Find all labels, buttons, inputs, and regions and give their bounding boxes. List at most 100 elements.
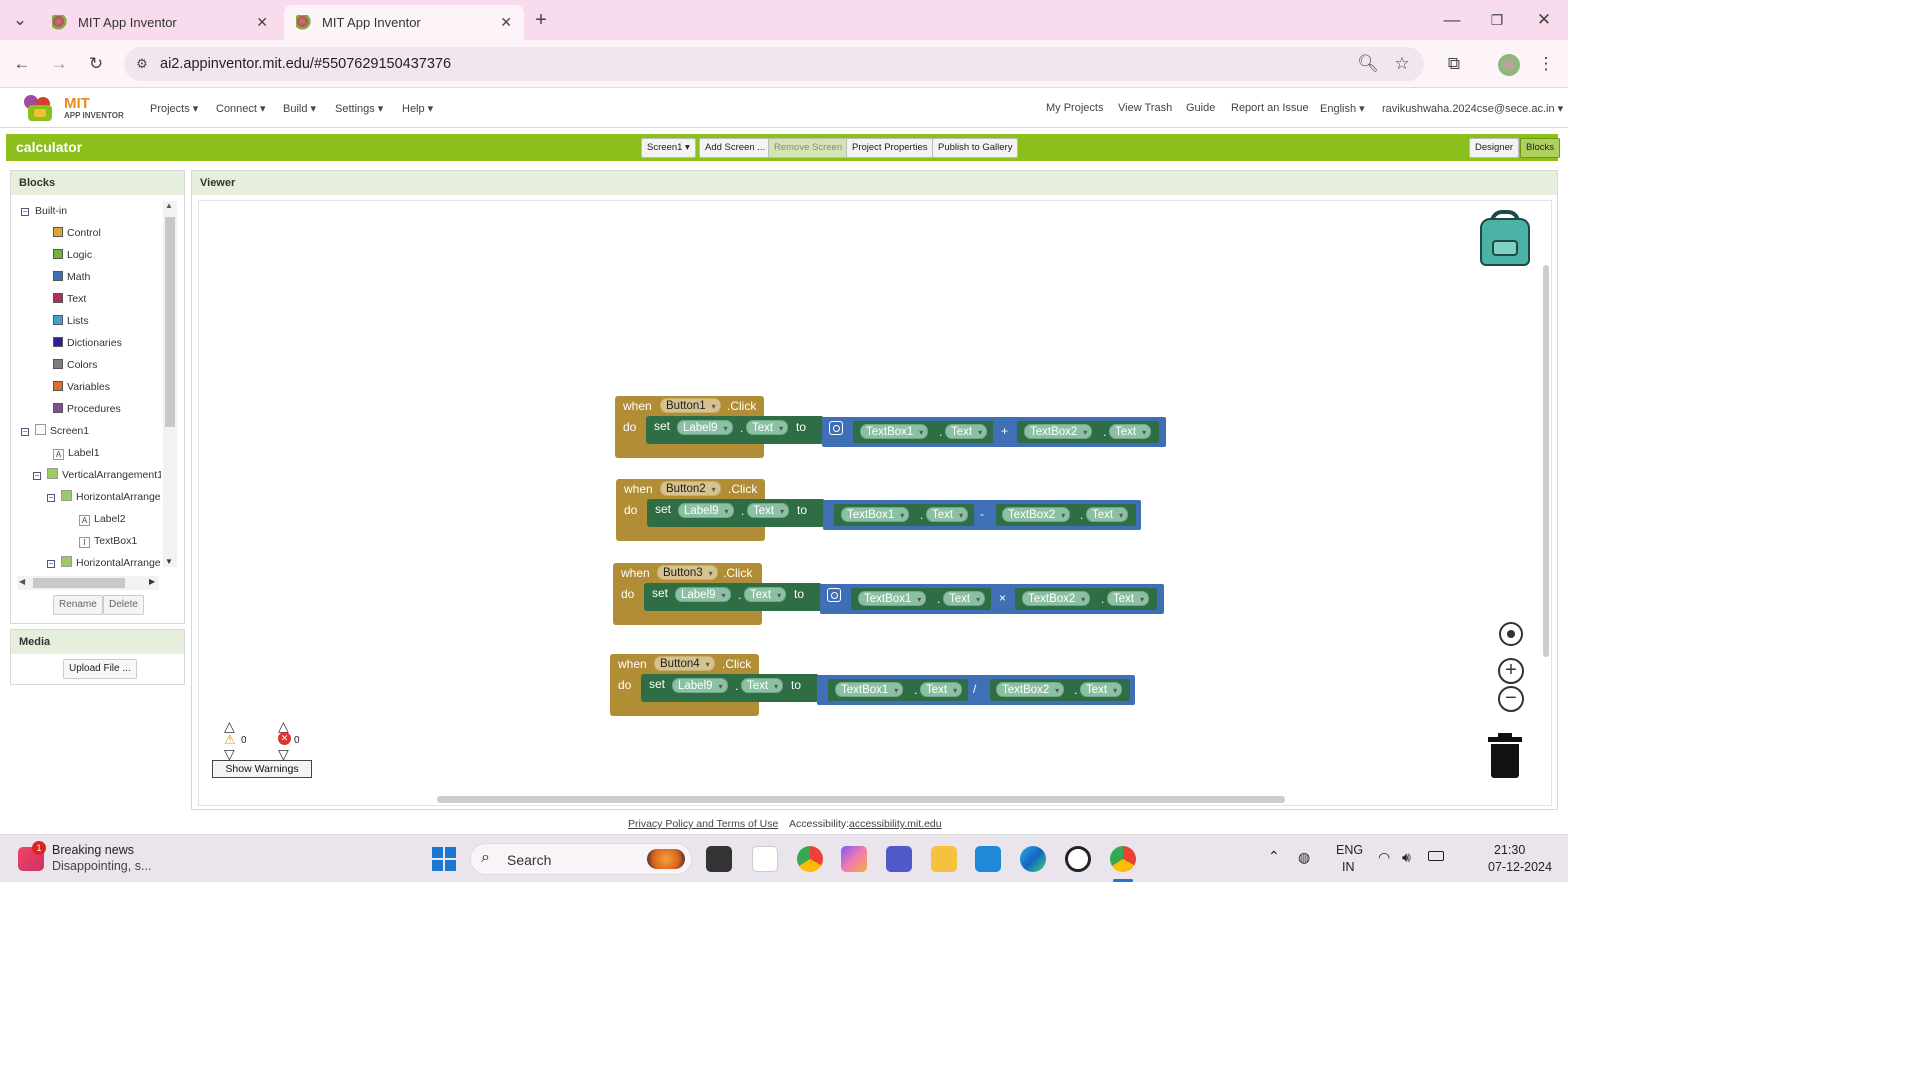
trash-can-icon[interactable] xyxy=(1488,733,1522,779)
taskbar-search[interactable]: ⌕ Search xyxy=(470,843,692,875)
remove-screen-button[interactable]: Remove Screen xyxy=(768,138,849,158)
label-dropdown[interactable]: Label9 xyxy=(672,678,728,694)
privacy-link[interactable]: Privacy Policy and Terms of Use xyxy=(628,818,778,830)
scrollbar-thumb[interactable] xyxy=(165,217,175,427)
clock-date[interactable]: 07-12-2024 xyxy=(1488,860,1552,874)
tree-verticalarrangement1[interactable]: − VerticalArrangement1 xyxy=(33,468,161,482)
tree-label1[interactable]: A Label1 xyxy=(53,446,100,460)
windows-start-icon[interactable] xyxy=(432,847,456,871)
workspace-vertical-scrollbar[interactable] xyxy=(1543,265,1549,657)
wifi-icon[interactable]: ◠ xyxy=(1378,849,1390,866)
blocks-button[interactable]: Blocks xyxy=(1520,138,1560,158)
scroll-up-icon[interactable]: ▲ xyxy=(165,201,173,210)
property-dropdown[interactable]: Text xyxy=(744,587,787,603)
vscode-icon[interactable] xyxy=(975,846,1001,872)
news-subtitle[interactable]: Disappointing, s... xyxy=(52,859,151,873)
menu-build[interactable]: Build ▾ xyxy=(283,102,316,115)
tree-vertical-scrollbar[interactable]: ▲ ▼ xyxy=(163,201,177,567)
extensions-icon[interactable]: ⧉ xyxy=(1442,52,1466,76)
back-arrow-icon[interactable]: ← xyxy=(10,52,34,76)
builtin-lists[interactable]: Lists xyxy=(53,314,89,328)
menu-projects[interactable]: Projects ▾ xyxy=(150,102,198,115)
copilot-app-icon[interactable] xyxy=(752,846,778,872)
upload-file-button[interactable]: Upload File ... xyxy=(63,659,137,679)
menu-settings[interactable]: Settings ▾ xyxy=(335,102,383,115)
builtin-colors[interactable]: Colors xyxy=(53,358,97,372)
menu-help[interactable]: Help ▾ xyxy=(402,102,433,115)
builtin-logic[interactable]: Logic xyxy=(53,248,92,262)
bookmark-star-icon[interactable]: ☆ xyxy=(1390,52,1414,76)
component-dropdown[interactable]: Button4 xyxy=(654,656,715,672)
tree-horizontalarrangement[interactable]: −HorizontalArrangement xyxy=(47,490,161,504)
scroll-down-icon[interactable]: ▼ xyxy=(165,557,173,566)
restore-icon[interactable]: ❐ xyxy=(1485,8,1509,32)
tree-textbox1[interactable]: I TextBox1 xyxy=(79,534,137,548)
mutator-gear-icon[interactable] xyxy=(827,588,841,602)
site-settings-icon[interactable]: ⚙ xyxy=(130,52,154,76)
profile-avatar[interactable] xyxy=(1498,54,1520,76)
zoom-icon[interactable]: 🔍︎ xyxy=(1356,52,1380,76)
tree-screen1[interactable]: − Screen1 xyxy=(21,424,89,438)
link-view-trash[interactable]: View Trash xyxy=(1118,102,1172,114)
menu-connect[interactable]: Connect ▾ xyxy=(216,102,266,115)
close-icon[interactable]: ✕ xyxy=(500,14,512,31)
link-my-projects[interactable]: My Projects xyxy=(1046,102,1103,114)
property-dropdown[interactable]: Text xyxy=(741,678,784,694)
tree-horizontalarrangement-2[interactable]: −HorizontalArrangement xyxy=(47,556,161,570)
tray-chevron-icon[interactable]: ⌃ xyxy=(1268,848,1280,865)
label-dropdown[interactable]: Label9 xyxy=(678,503,734,519)
recenter-icon[interactable] xyxy=(1499,622,1523,646)
chrome-icon[interactable] xyxy=(797,846,823,872)
browser-tab-1[interactable]: MIT App Inventor ✕ xyxy=(40,5,280,40)
reload-icon[interactable]: ↻ xyxy=(84,52,108,76)
component-dropdown[interactable]: Button2 xyxy=(660,481,721,497)
chrome-profile-icon[interactable] xyxy=(1110,846,1136,872)
zoom-in-icon[interactable]: + xyxy=(1498,658,1524,684)
add-screen-button[interactable]: Add Screen ... xyxy=(699,138,772,158)
network-status-icon[interactable]: ◍ xyxy=(1298,849,1310,866)
edge-icon[interactable] xyxy=(1020,846,1046,872)
url-field[interactable]: ⚙ ai2.appinventor.mit.edu/#5507629150437… xyxy=(124,47,1424,81)
language-select[interactable]: English ▾ xyxy=(1320,102,1365,115)
builtin-math[interactable]: Math xyxy=(53,270,90,284)
backpack-icon[interactable] xyxy=(1478,210,1532,268)
workspace-horizontal-scrollbar[interactable] xyxy=(437,796,1285,803)
app-inventor-logo-icon[interactable] xyxy=(22,93,58,123)
mutator-gear-icon[interactable] xyxy=(829,421,843,435)
builtin-text[interactable]: Text xyxy=(53,292,86,306)
new-tab-plus-icon[interactable]: + xyxy=(529,8,553,32)
news-title[interactable]: Breaking news xyxy=(52,843,134,857)
delete-button[interactable]: Delete xyxy=(103,595,144,615)
browser-menu-icon[interactable]: ⋮ xyxy=(1534,52,1558,76)
language-region[interactable]: IN xyxy=(1342,860,1355,874)
builtin-control[interactable]: Control xyxy=(53,226,101,240)
builtin-variables[interactable]: Variables xyxy=(53,380,110,394)
tab-list-chevron-icon[interactable]: ⌄ xyxy=(8,8,32,32)
zoom-out-icon[interactable]: − xyxy=(1498,686,1524,712)
property-dropdown[interactable]: Text xyxy=(746,420,789,436)
publish-gallery-button[interactable]: Publish to Gallery xyxy=(932,138,1019,158)
volume-icon[interactable]: 🔊︎ xyxy=(1402,849,1411,866)
link-guide[interactable]: Guide xyxy=(1186,102,1215,114)
whatsapp-icon[interactable] xyxy=(1065,846,1091,872)
task-view-icon[interactable] xyxy=(706,846,732,872)
language-code[interactable]: ENG xyxy=(1336,843,1363,857)
show-warnings-button[interactable]: Show Warnings xyxy=(212,760,312,778)
project-properties-button[interactable]: Project Properties xyxy=(846,138,934,158)
forward-arrow-icon[interactable]: → xyxy=(47,52,71,76)
designer-button[interactable]: Designer xyxy=(1469,138,1520,158)
label-dropdown[interactable]: Label9 xyxy=(675,587,731,603)
teams-icon[interactable] xyxy=(886,846,912,872)
tree-builtin[interactable]: − Built-in xyxy=(21,204,67,218)
file-explorer-icon[interactable] xyxy=(931,846,957,872)
battery-icon[interactable] xyxy=(1428,851,1444,861)
component-dropdown[interactable]: Button1 xyxy=(660,398,721,414)
link-report-issue[interactable]: Report an Issue xyxy=(1231,102,1309,114)
tree-horizontal-scrollbar[interactable]: ◀ ▶ xyxy=(17,576,159,590)
tree-label2[interactable]: A Label2 xyxy=(79,512,126,526)
builtin-dictionaries[interactable]: Dictionaries xyxy=(53,336,122,350)
label-dropdown[interactable]: Label9 xyxy=(677,420,733,436)
rename-button[interactable]: Rename xyxy=(53,595,103,615)
close-icon[interactable]: ✕ xyxy=(256,14,268,31)
scroll-right-icon[interactable]: ▶ xyxy=(149,577,155,586)
